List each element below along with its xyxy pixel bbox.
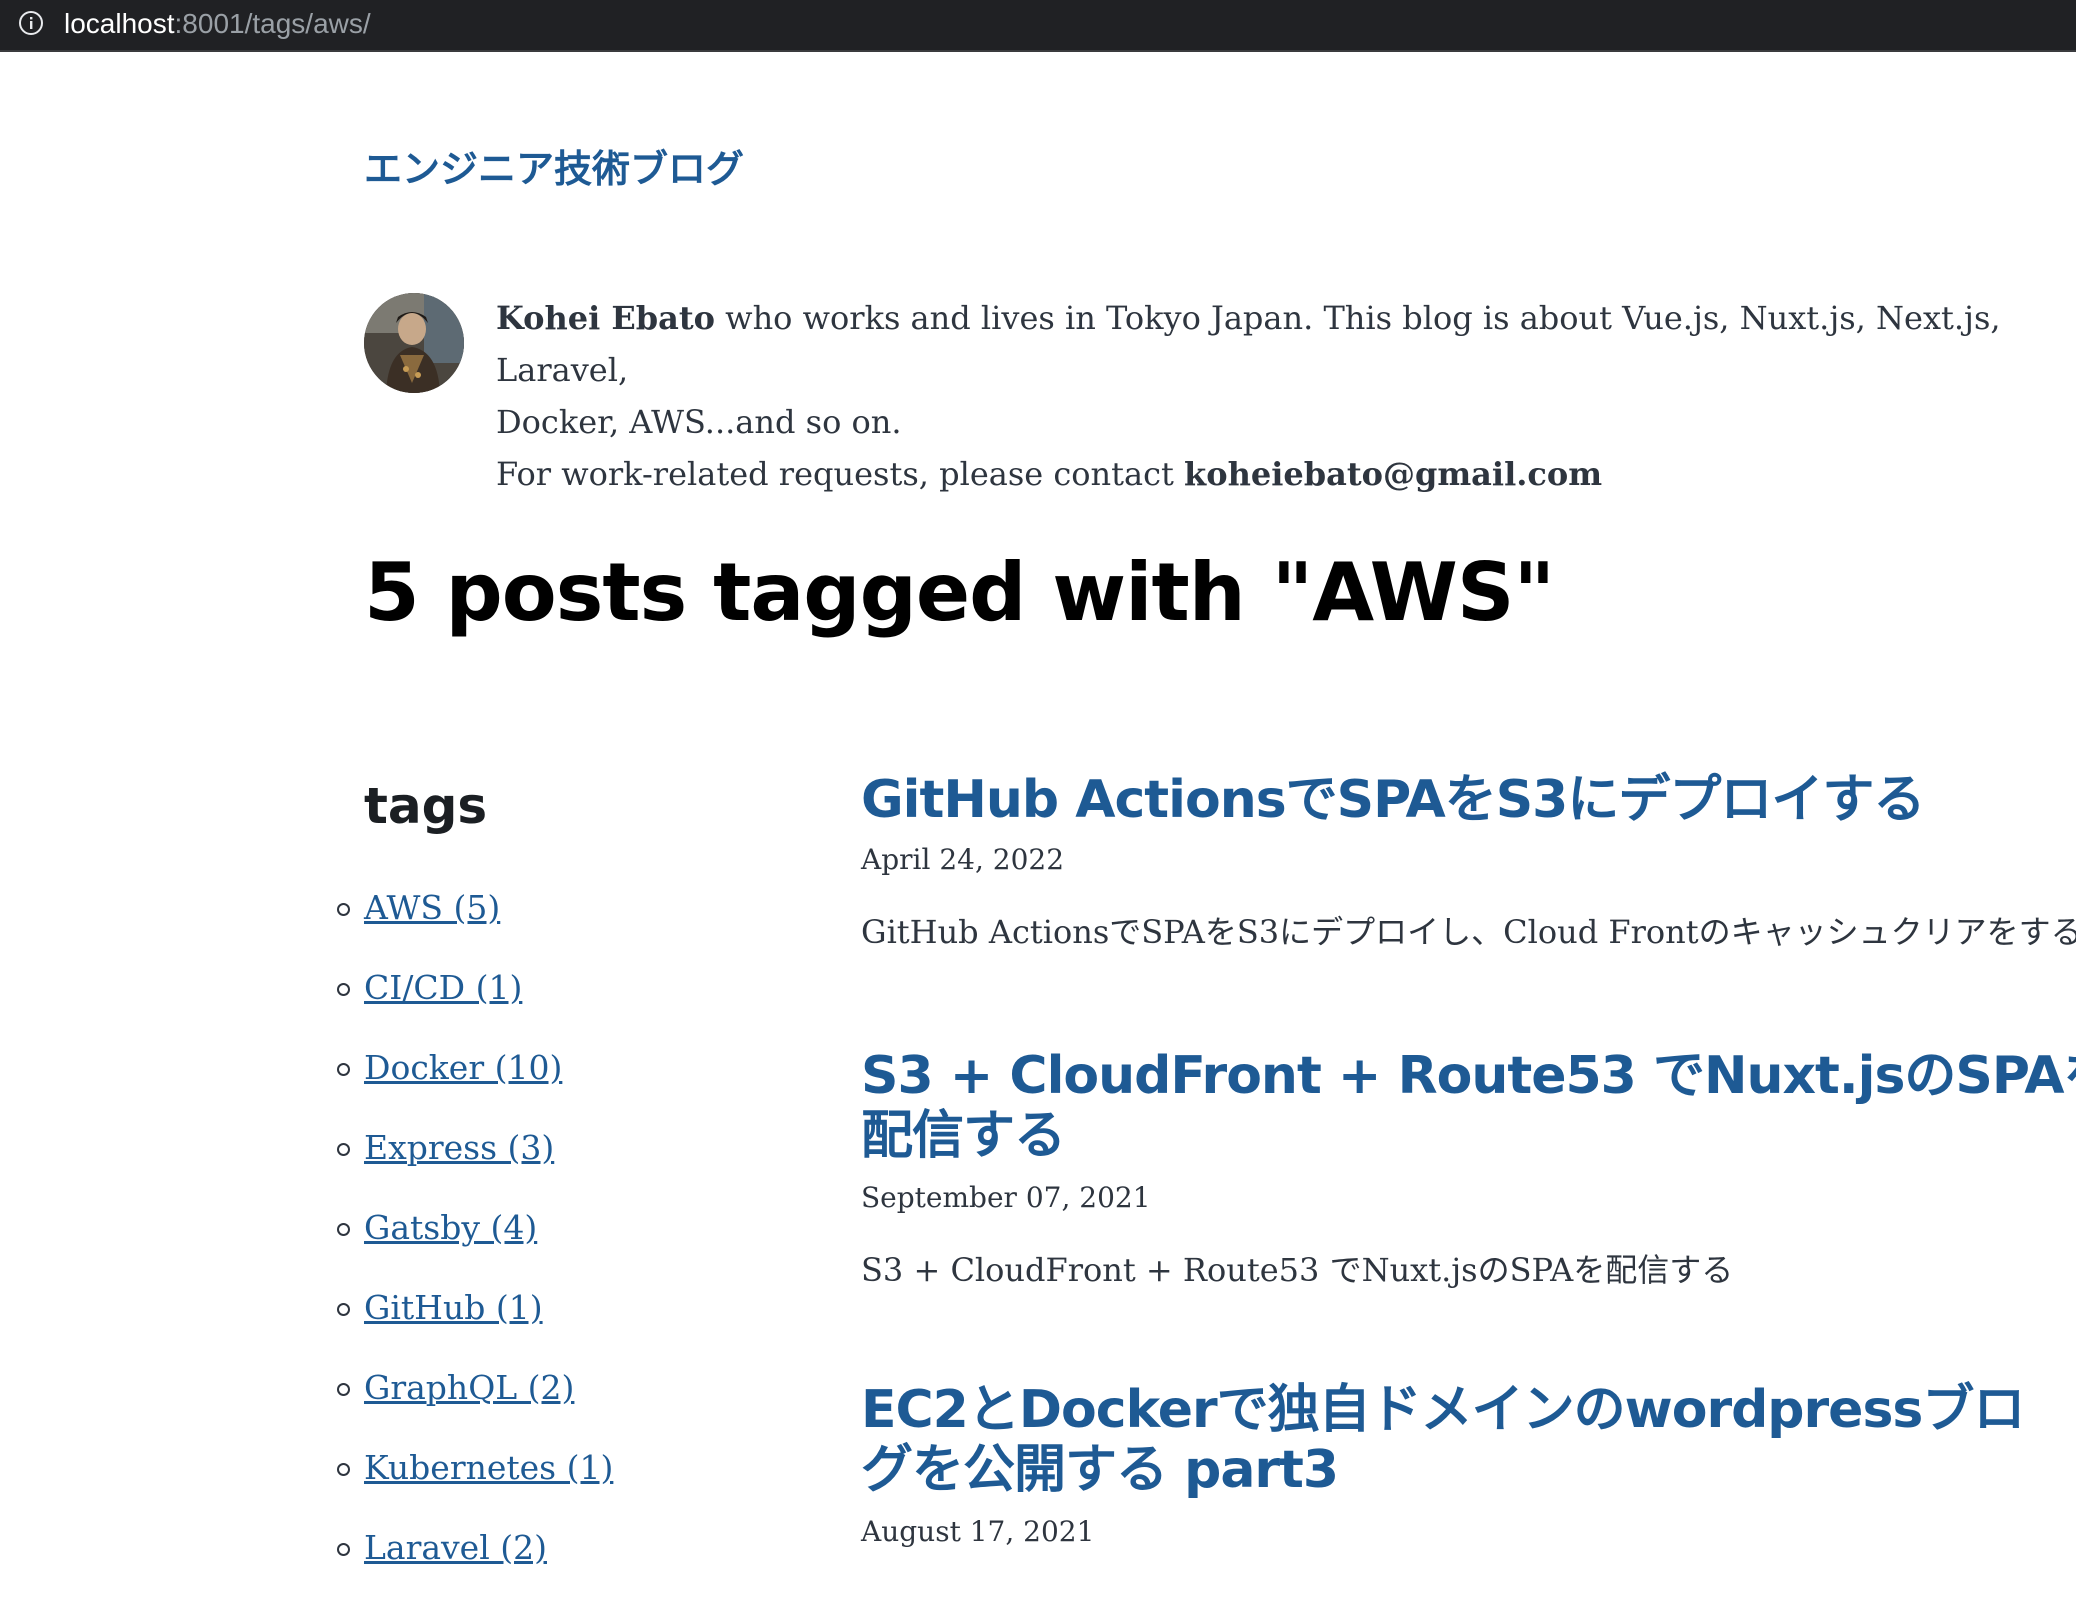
tag-item-github: GitHub (1): [337, 1284, 613, 1364]
post-title-link[interactable]: S3 + CloudFront + Route53 でNuxt.jsのSPAを …: [861, 1046, 2076, 1166]
tag-link-graphql[interactable]: GraphQL (2): [364, 1368, 574, 1407]
post-date: September 07, 2021: [861, 1181, 1151, 1214]
tag-link-cicd[interactable]: CI/CD (1): [364, 968, 522, 1007]
tags-heading: tags: [364, 777, 488, 835]
post-title-link[interactable]: EC2とDockerで独自ドメインのwordpressブロ グを公開する par…: [861, 1380, 2076, 1500]
bullet-icon: [337, 1223, 350, 1236]
contact-prefix: For work-related requests, please contac…: [496, 455, 1185, 493]
bullet-icon: [337, 1463, 350, 1476]
tag-link-docker[interactable]: Docker (10): [364, 1048, 562, 1087]
bio-line1: who works and lives in Tokyo Japan. This…: [496, 299, 2001, 389]
tag-item-express: Express (3): [337, 1124, 613, 1204]
post-title-line: S3 + CloudFront + Route53 でNuxt.jsのSPAを: [861, 1046, 2076, 1106]
post-date: August 17, 2021: [861, 1515, 1095, 1548]
tag-item-docker: Docker (10): [337, 1044, 613, 1124]
post-item: GitHub ActionsでSPAをS3にデプロイする April 24, 2…: [861, 770, 2076, 954]
info-icon[interactable]: [18, 10, 44, 36]
bio-text: Kohei Ebato who works and lives in Tokyo…: [496, 292, 2076, 500]
post-title-line: 配信する: [861, 1106, 1066, 1166]
contact-email: koheiebato@gmail.com: [1184, 455, 1603, 493]
avatar-photo: [364, 293, 464, 393]
bullet-icon: [337, 903, 350, 916]
bio-line2: Docker, AWS...and so on.: [496, 403, 902, 441]
url-host: localhost: [64, 8, 175, 39]
bullet-icon: [337, 1063, 350, 1076]
bullet-icon: [337, 1543, 350, 1556]
tag-item-gatsby: Gatsby (4): [337, 1204, 613, 1284]
tag-item-graphql: GraphQL (2): [337, 1364, 613, 1444]
post-title-link[interactable]: GitHub ActionsでSPAをS3にデプロイする: [861, 770, 2076, 830]
site-title-link[interactable]: エンジニア技術ブログ: [364, 138, 744, 193]
post-description: GitHub ActionsでSPAをS3にデプロイし、Cloud Frontの…: [861, 913, 2076, 951]
tag-link-laravel[interactable]: Laravel (2): [364, 1528, 547, 1567]
bullet-icon: [337, 1383, 350, 1396]
post-description: S3 + CloudFront + Route53 でNuxt.jsのSPAを配…: [861, 1251, 1734, 1289]
post-title-line: グを公開する part3: [861, 1440, 1339, 1500]
avatar: [364, 293, 464, 393]
tag-item-laravel: Laravel (2): [337, 1524, 613, 1604]
post-item: EC2とDockerで独自ドメインのwordpressブロ グを公開する par…: [861, 1380, 2076, 1552]
tags-sidebar: tags AWS (5) CI/CD (1) Docker (10) Expre…: [337, 770, 784, 1567]
tag-link-express[interactable]: Express (3): [364, 1128, 554, 1167]
tag-link-gatsby[interactable]: Gatsby (4): [364, 1208, 537, 1247]
bullet-icon: [337, 1303, 350, 1316]
page-title: 5 posts tagged with "AWS": [364, 546, 1555, 639]
tag-link-github[interactable]: GitHub (1): [364, 1288, 543, 1327]
tag-item-aws: AWS (5): [337, 884, 613, 964]
bullet-icon: [337, 983, 350, 996]
tag-link-kubernetes[interactable]: Kubernetes (1): [364, 1448, 613, 1487]
post-date: April 24, 2022: [861, 843, 1065, 876]
tag-item-kubernetes: Kubernetes (1): [337, 1444, 613, 1524]
author-name: Kohei Ebato: [496, 299, 715, 337]
bullet-icon: [337, 1143, 350, 1156]
url-path: :8001/tags/aws/: [174, 8, 371, 39]
tag-link-aws[interactable]: AWS (5): [364, 888, 500, 927]
browser-address-bar[interactable]: localhost:8001/tags/aws/: [0, 0, 2076, 52]
tag-item-cicd: CI/CD (1): [337, 964, 613, 1044]
tag-list: AWS (5) CI/CD (1) Docker (10) Express (3…: [337, 884, 613, 1604]
post-item: S3 + CloudFront + Route53 でNuxt.jsのSPAを …: [861, 1046, 2076, 1292]
post-title-line: EC2とDockerで独自ドメインのwordpressブロ: [861, 1380, 2025, 1440]
url-text[interactable]: localhost:8001/tags/aws/: [64, 4, 371, 44]
